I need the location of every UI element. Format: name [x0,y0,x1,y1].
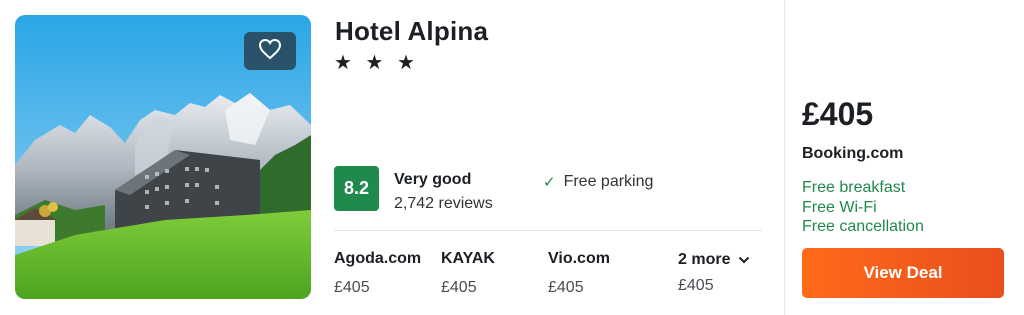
perk-item: Free breakfast [802,179,906,196]
deal-site: Booking.com [802,145,904,162]
heart-icon [258,38,282,65]
deal-price: £405 [802,96,874,132]
provider-name: KAYAK [441,250,495,267]
provider-price: £405 [334,279,370,296]
more-label: 2 more [678,251,731,268]
rating-label: Very good [394,171,472,188]
more-providers-button[interactable]: 2 more [678,251,750,269]
provider-vio[interactable]: Vio.com £405 [548,250,610,297]
provider-name: Vio.com [548,250,610,267]
provider-price: £405 [548,279,584,296]
provider-kayak[interactable]: KAYAK £405 [441,250,495,297]
hotel-result-card: Hotel Alpina ★ ★ ★ 8.2 Very good 2,742 r… [0,0,1024,315]
provider-name: Agoda.com [334,250,422,267]
divider [334,230,762,231]
score-badge: 8.2 [334,166,379,211]
check-icon: ✓ [543,174,556,191]
deal-perks: Free breakfast Free Wi-Fi Free cancellat… [802,178,924,237]
favorite-button[interactable] [244,32,296,70]
perk-item: Free Wi-Fi [802,198,877,216]
star-rating: ★ ★ ★ [334,52,419,74]
perk-item: Free cancellation [802,218,924,235]
provider-price: £405 [441,279,477,296]
review-count[interactable]: 2,742 reviews [394,195,493,213]
amenity-item: ✓ Free parking [543,173,653,191]
hotel-name[interactable]: Hotel Alpina [335,16,488,47]
provider-agoda[interactable]: Agoda.com £405 [334,250,421,297]
more-price: £405 [678,277,714,294]
column-divider [784,0,785,315]
chevron-down-icon [738,251,750,269]
amenity-label: Free parking [563,173,654,190]
view-deal-button[interactable]: View Deal [802,248,1004,298]
